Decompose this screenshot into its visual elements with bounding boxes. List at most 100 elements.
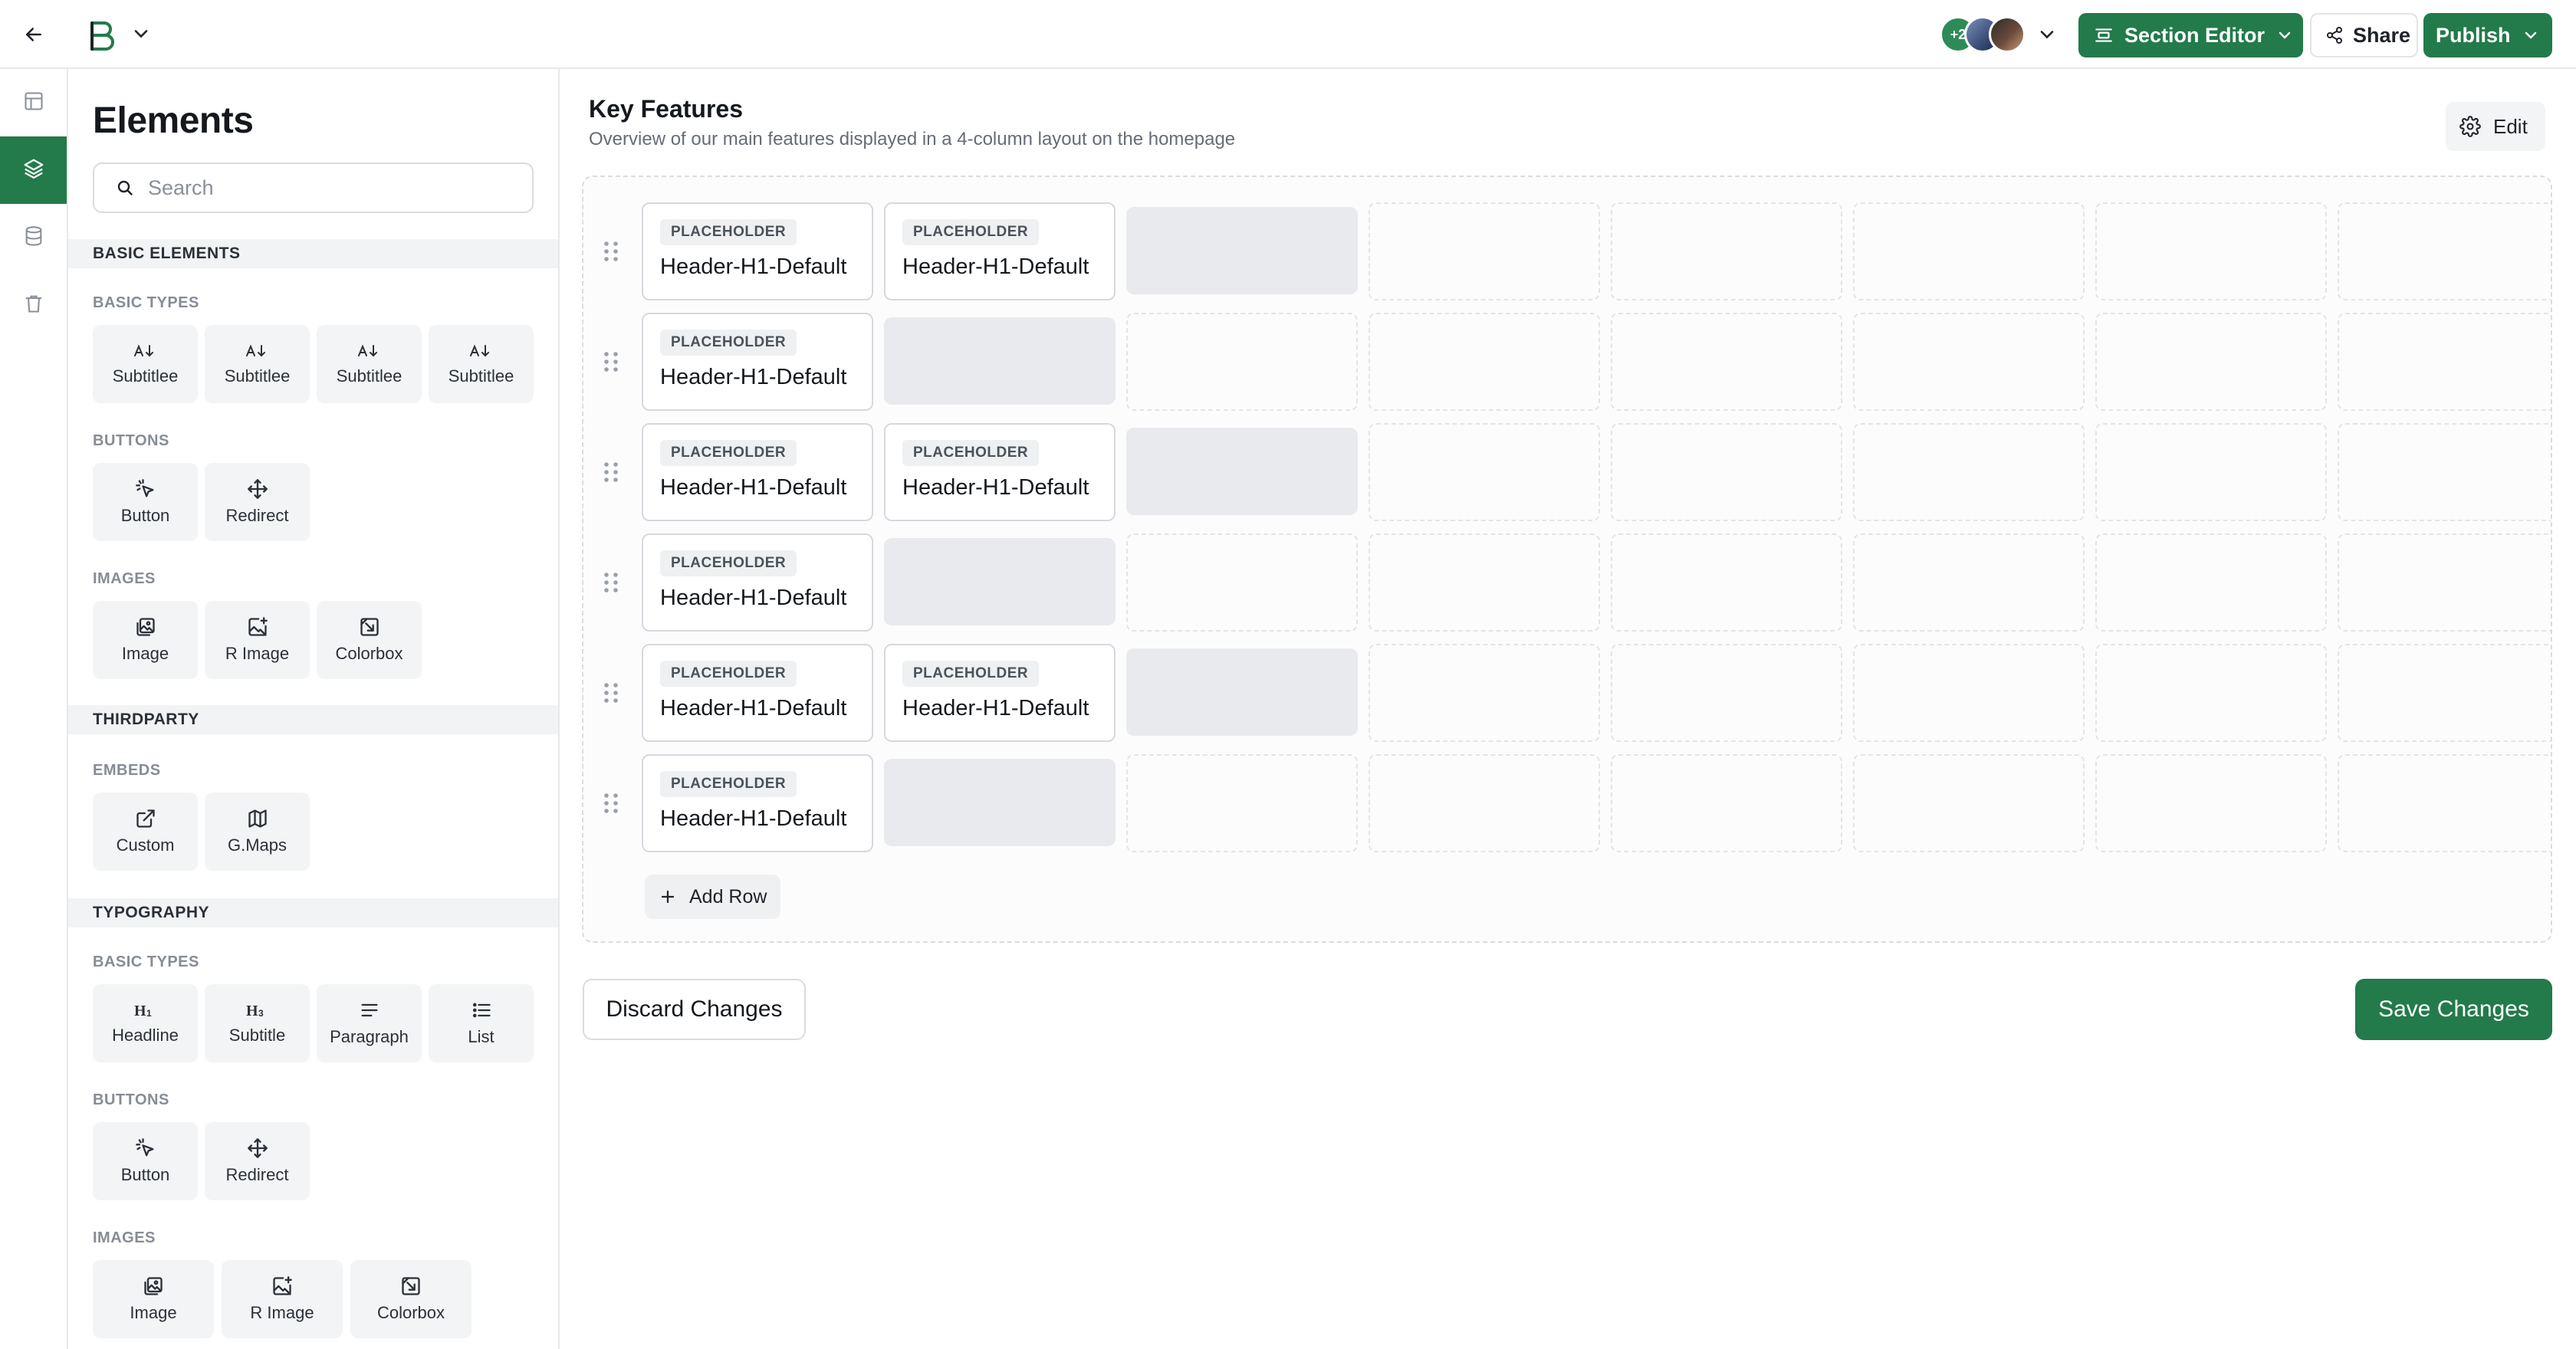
empty-slot[interactable] bbox=[1853, 754, 2085, 852]
drag-handle-icon[interactable] bbox=[602, 681, 620, 705]
share-button[interactable]: Share bbox=[2310, 13, 2418, 57]
empty-slot[interactable] bbox=[1611, 533, 1842, 632]
placeholder-card[interactable]: PLACEHOLDER Header-H1-Default bbox=[642, 423, 873, 521]
empty-slot[interactable] bbox=[1611, 644, 1842, 742]
element-tile-headline[interactable]: H 1 Headline bbox=[93, 984, 198, 1062]
empty-slot[interactable] bbox=[1611, 754, 1842, 852]
drop-zone[interactable] bbox=[1126, 207, 1358, 294]
placeholder-card[interactable]: PLACEHOLDER Header-H1-Default bbox=[884, 423, 1116, 521]
empty-slot[interactable] bbox=[1368, 423, 1600, 521]
drag-handle-icon[interactable] bbox=[602, 239, 620, 264]
placeholder-card[interactable]: PLACEHOLDER Header-H1-Default bbox=[642, 644, 873, 742]
empty-slot[interactable] bbox=[1126, 533, 1358, 632]
element-tile-colorbox[interactable]: Colorbox bbox=[317, 601, 422, 679]
rail-item-elements[interactable] bbox=[0, 136, 67, 204]
empty-slot[interactable] bbox=[1611, 202, 1842, 300]
drop-zone[interactable] bbox=[884, 538, 1116, 625]
empty-slot[interactable] bbox=[2338, 533, 2551, 632]
drop-zone[interactable] bbox=[1126, 648, 1358, 736]
element-tile-colorbox[interactable]: Colorbox bbox=[350, 1260, 472, 1338]
workspace-dropdown-icon[interactable] bbox=[130, 23, 152, 44]
placeholder-card[interactable]: PLACEHOLDER Header-H1-Default bbox=[642, 754, 873, 852]
empty-slot[interactable] bbox=[1368, 533, 1600, 632]
rail-item-trash[interactable] bbox=[0, 271, 67, 339]
discard-changes-button[interactable]: Discard Changes bbox=[583, 979, 806, 1040]
save-changes-button[interactable]: Save Changes bbox=[2355, 979, 2552, 1040]
drag-handle-icon[interactable] bbox=[602, 791, 620, 816]
empty-slot[interactable] bbox=[2095, 313, 2327, 411]
element-tile-g-maps[interactable]: G.Maps bbox=[205, 793, 310, 871]
chevron-down-icon bbox=[2279, 31, 2291, 39]
add-row-button[interactable]: Add Row bbox=[645, 875, 780, 919]
empty-slot[interactable] bbox=[1853, 644, 2085, 742]
empty-slot[interactable] bbox=[2095, 533, 2327, 632]
empty-slot[interactable] bbox=[1126, 313, 1358, 411]
element-tile-subtitlee[interactable]: Subtitlee bbox=[93, 325, 198, 403]
empty-slot[interactable] bbox=[2338, 644, 2551, 742]
left-rail bbox=[0, 69, 68, 1349]
move-icon bbox=[247, 1137, 268, 1159]
empty-slot[interactable] bbox=[1853, 313, 2085, 411]
empty-slot[interactable] bbox=[1853, 423, 2085, 521]
rail-item-data[interactable] bbox=[0, 204, 67, 271]
empty-slot[interactable] bbox=[1368, 313, 1600, 411]
empty-slot[interactable] bbox=[1611, 423, 1842, 521]
empty-slot[interactable] bbox=[2338, 202, 2551, 300]
publish-button[interactable]: Publish bbox=[2423, 13, 2552, 57]
empty-slot[interactable] bbox=[2338, 313, 2551, 411]
empty-slot[interactable] bbox=[2338, 754, 2551, 852]
drag-handle-icon[interactable] bbox=[602, 350, 620, 374]
drop-zone[interactable] bbox=[884, 759, 1116, 846]
placeholder-card[interactable]: PLACEHOLDER Header-H1-Default bbox=[642, 313, 873, 411]
empty-slot[interactable] bbox=[1368, 754, 1600, 852]
element-tile-custom[interactable]: Custom bbox=[93, 793, 198, 871]
element-tile-r-image[interactable]: R Image bbox=[222, 1260, 343, 1338]
element-tile-subtitlee[interactable]: Subtitlee bbox=[317, 325, 422, 403]
empty-slot[interactable] bbox=[2095, 423, 2327, 521]
element-tile-subtitle[interactable]: H 3 Subtitle bbox=[205, 984, 310, 1062]
empty-slot[interactable] bbox=[1368, 202, 1600, 300]
placeholder-card[interactable]: PLACEHOLDER Header-H1-Default bbox=[884, 644, 1116, 742]
drag-handle-icon[interactable] bbox=[602, 460, 620, 484]
chevron-down-icon[interactable] bbox=[2036, 24, 2058, 45]
element-tile-image[interactable]: Image bbox=[93, 601, 198, 679]
element-tile-list[interactable]: List bbox=[429, 984, 534, 1062]
back-button[interactable] bbox=[18, 19, 49, 50]
rail-item-layout[interactable] bbox=[0, 69, 67, 136]
element-tile-r-image[interactable]: R Image bbox=[205, 601, 310, 679]
empty-slot[interactable] bbox=[2095, 754, 2327, 852]
grid-row: PLACEHOLDER Header-H1-Default bbox=[583, 313, 2551, 411]
move-icon bbox=[247, 478, 268, 500]
search-input[interactable]: Search bbox=[93, 162, 534, 213]
empty-slot[interactable] bbox=[1368, 644, 1600, 742]
placeholder-card[interactable]: PLACEHOLDER Header-H1-Default bbox=[884, 202, 1116, 300]
group-label: BUTTONS bbox=[93, 1091, 169, 1108]
placeholder-card[interactable]: PLACEHOLDER Header-H1-Default bbox=[642, 533, 873, 632]
drop-zone[interactable] bbox=[884, 317, 1116, 405]
empty-slot[interactable] bbox=[1126, 754, 1358, 852]
layout-icon bbox=[23, 90, 44, 116]
empty-slot[interactable] bbox=[2095, 644, 2327, 742]
drag-handle-icon[interactable] bbox=[602, 570, 620, 595]
empty-slot[interactable] bbox=[2095, 202, 2327, 300]
element-tile-redirect[interactable]: Redirect bbox=[205, 463, 310, 541]
element-tile-paragraph[interactable]: Paragraph bbox=[317, 984, 422, 1062]
edit-section-button[interactable]: Edit bbox=[2446, 102, 2545, 151]
element-tile-redirect[interactable]: Redirect bbox=[205, 1122, 310, 1200]
element-tile-subtitlee[interactable]: Subtitlee bbox=[429, 325, 534, 403]
empty-slot[interactable] bbox=[1853, 533, 2085, 632]
placeholder-card[interactable]: PLACEHOLDER Header-H1-Default bbox=[642, 202, 873, 300]
element-tile-label: G.Maps bbox=[227, 835, 288, 855]
brand-logo[interactable] bbox=[84, 17, 121, 54]
element-tile-label: Button bbox=[120, 506, 170, 525]
share-label: Share bbox=[2353, 23, 2411, 47]
element-tile-button[interactable]: Button bbox=[93, 1122, 198, 1200]
element-tile-subtitlee[interactable]: Subtitlee bbox=[205, 325, 310, 403]
empty-slot[interactable] bbox=[2338, 423, 2551, 521]
section-editor-button[interactable]: Section Editor bbox=[2078, 13, 2303, 57]
drop-zone[interactable] bbox=[1126, 428, 1358, 515]
empty-slot[interactable] bbox=[1611, 313, 1842, 411]
empty-slot[interactable] bbox=[1853, 202, 2085, 300]
element-tile-button[interactable]: Button bbox=[93, 463, 198, 541]
element-tile-image[interactable]: Image bbox=[93, 1260, 214, 1338]
